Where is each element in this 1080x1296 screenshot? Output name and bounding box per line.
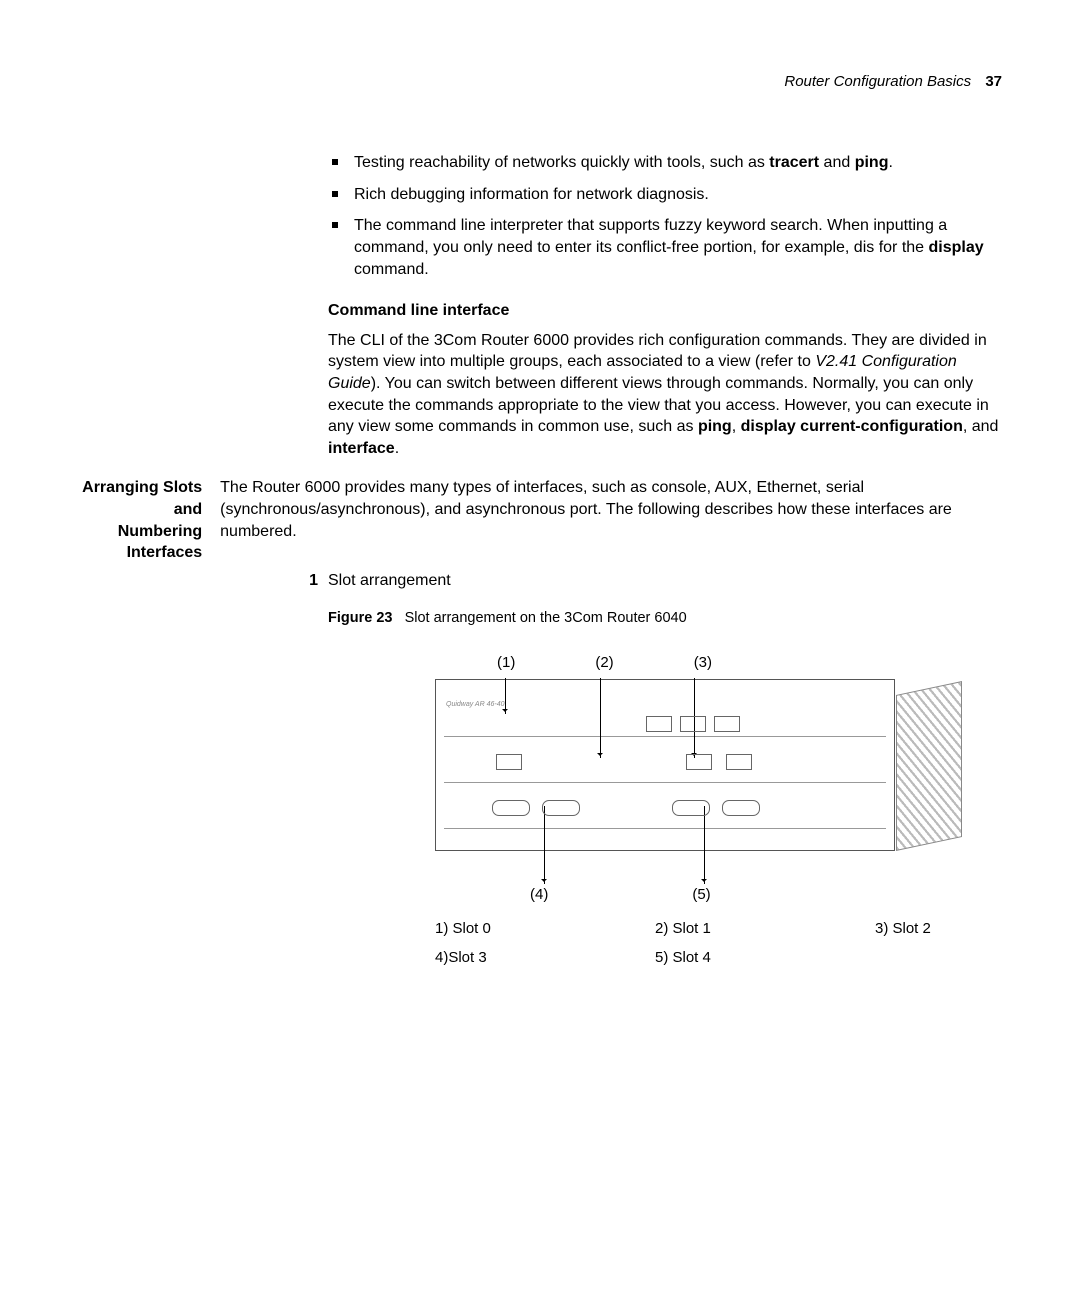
arrow-icon <box>505 678 506 714</box>
list-item: Testing reachability of networks quickly… <box>328 152 1002 174</box>
legend-item: 1) Slot 0 <box>435 915 655 943</box>
serial-port-icon <box>542 800 580 816</box>
serial-port-icon <box>722 800 760 816</box>
port-icon <box>496 754 522 770</box>
page-number: 37 <box>985 73 1002 90</box>
callout-3: (3) <box>694 653 712 673</box>
list-item: The command line interpreter that suppor… <box>328 215 1002 280</box>
serial-port-icon <box>492 800 530 816</box>
step-text: Slot arrangement <box>328 570 451 592</box>
step-number: 1 <box>302 570 328 592</box>
cli-heading: Command line interface <box>328 300 1002 322</box>
header-title: Router Configuration Basics <box>784 73 971 90</box>
section-intro: The Router 6000 provides many types of i… <box>220 477 1002 547</box>
port-icon <box>686 754 712 770</box>
callout-5: (5) <box>692 885 710 905</box>
router-chassis: Quidway AR 46-40 <box>435 679 895 851</box>
feature-list: Testing reachability of networks quickly… <box>328 152 1002 280</box>
port-icon <box>714 716 740 732</box>
page-header: Router Configuration Basics 37 <box>78 72 1002 92</box>
port-icon <box>646 716 672 732</box>
serial-port-icon <box>672 800 710 816</box>
section-heading: Arranging Slots and Numbering Interfaces <box>78 477 220 563</box>
callout-1: (1) <box>497 653 515 673</box>
legend-item: 2) Slot 1 <box>655 915 875 943</box>
callout-2: (2) <box>595 653 613 673</box>
arrow-icon <box>704 806 705 884</box>
port-icon <box>680 716 706 732</box>
fan-module-icon <box>896 681 962 851</box>
cli-paragraph: The CLI of the 3Com Router 6000 provides… <box>328 330 1002 460</box>
figure-caption: Figure 23 Slot arrangement on the 3Com R… <box>328 609 1002 629</box>
model-label: Quidway AR 46-40 <box>446 700 505 709</box>
legend-item: 5) Slot 4 <box>655 944 875 972</box>
callout-4: (4) <box>530 885 548 905</box>
arrow-icon <box>544 806 545 884</box>
slot-legend: 1) Slot 0 2) Slot 1 3) Slot 2 4)Slot 3 5… <box>435 915 895 972</box>
legend-item: 4)Slot 3 <box>435 944 655 972</box>
arrow-icon <box>600 678 601 758</box>
list-item: Rich debugging information for network d… <box>328 184 1002 206</box>
router-diagram: (1) (2) (3) Quidway AR 46-40 <box>435 653 895 972</box>
port-icon <box>726 754 752 770</box>
legend-item: 3) Slot 2 <box>875 915 1055 943</box>
